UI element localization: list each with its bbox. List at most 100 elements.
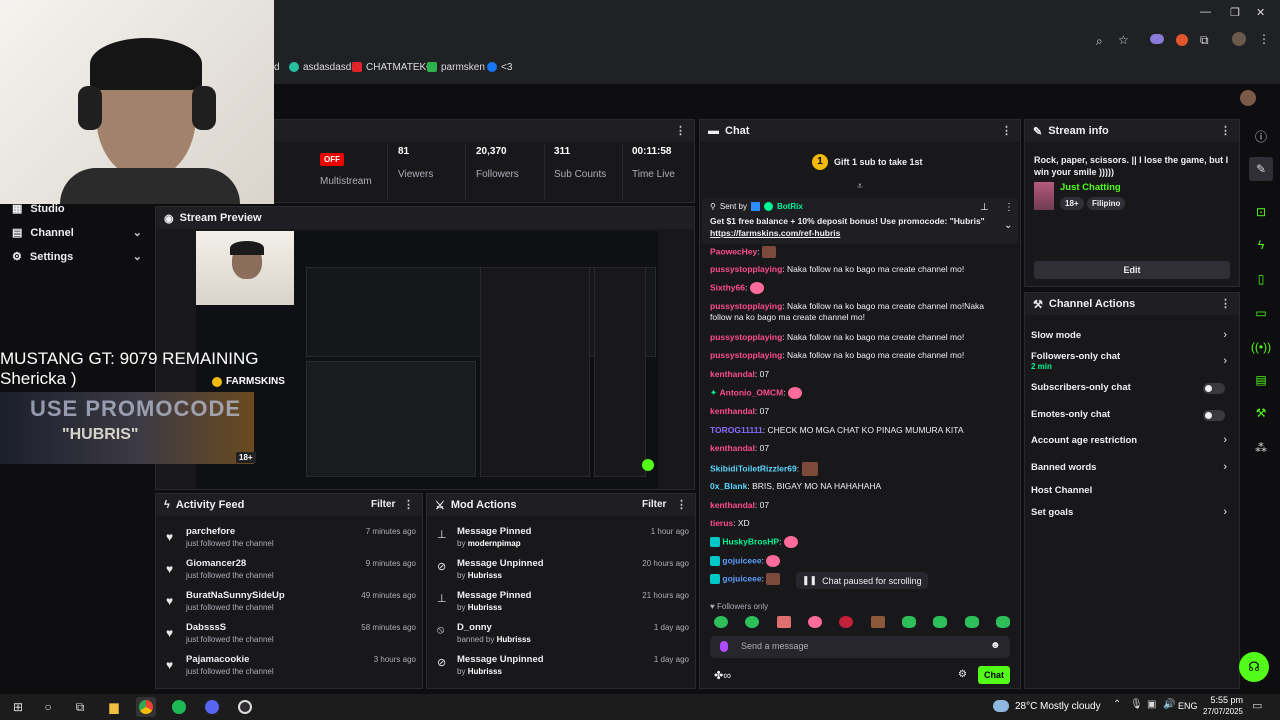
host-channel-row[interactable]: Host Channel bbox=[1031, 485, 1231, 496]
collapse-icon[interactable]: ⩡ bbox=[857, 181, 863, 192]
discord-icon[interactable] bbox=[202, 697, 222, 717]
list-item[interactable]: ⊥ Message Pinned by modernpimap 1 hour ago bbox=[437, 526, 689, 558]
list-item[interactable]: ♥ BuratNaSunnySideUp just followed the cha… bbox=[166, 590, 416, 622]
pinned-link[interactable]: https://farmskins.com/ref-hubris bbox=[710, 228, 840, 238]
chat-message[interactable]: kenthandal: 07 bbox=[710, 443, 1010, 454]
chat-message[interactable]: pussystopplaying: Naka follow na ko bago… bbox=[710, 350, 1010, 361]
layout-icon[interactable]: ▤ bbox=[1249, 368, 1273, 392]
task-view-icon[interactable]: ⧉ bbox=[70, 697, 90, 717]
chat-message[interactable]: kenthandal: 07 bbox=[710, 500, 1010, 511]
edit-button[interactable]: Edit bbox=[1034, 261, 1230, 279]
emote-icon[interactable] bbox=[714, 616, 728, 628]
chat-message[interactable]: 0x_Blank: BRIS, BIGAY MO NA HAHAHAHA bbox=[710, 481, 1010, 492]
emote-icon[interactable] bbox=[901, 616, 916, 628]
list-item[interactable]: ♥ parchefore just followed the channel 7 mi… bbox=[166, 526, 416, 558]
chat-message[interactable]: TOROG11111: CHECK MO MGA CHAT KO PINAG M… bbox=[710, 425, 1010, 436]
list-item[interactable]: ⊘ Message Unpinned by Hubrisss 1 day ago bbox=[437, 654, 689, 686]
emote-icon[interactable] bbox=[839, 616, 854, 628]
chat-bubble-icon[interactable]: ▭ bbox=[1249, 301, 1273, 325]
subscribers-only-toggle[interactable] bbox=[1203, 383, 1225, 394]
pin-toggle-icon[interactable]: ⊥ bbox=[980, 202, 989, 213]
file-explorer-icon[interactable]: ▆ bbox=[104, 697, 124, 717]
set-goals-row[interactable]: Set goals bbox=[1031, 507, 1231, 518]
more-icon[interactable]: ⋮ bbox=[1220, 297, 1231, 310]
multistream-badge[interactable]: OFF bbox=[320, 153, 344, 166]
chat-message[interactable]: PaowecHey: bbox=[710, 246, 1010, 258]
chrome-icon[interactable] bbox=[136, 697, 156, 717]
emote-icon[interactable] bbox=[933, 616, 948, 628]
emotes-only-row[interactable]: Emotes-only chat bbox=[1031, 409, 1231, 420]
extension-icon[interactable] bbox=[1150, 34, 1164, 44]
chevron-right-icon[interactable]: › bbox=[1223, 355, 1227, 367]
list-item[interactable]: ⊥ Message Pinned by Hubrisss 21 hours ago bbox=[437, 590, 689, 622]
chevron-right-icon[interactable]: › bbox=[1223, 506, 1227, 518]
chat-message[interactable]: HuskyBrosHP: bbox=[710, 536, 1010, 548]
bookmark-item[interactable]: <3 bbox=[487, 60, 512, 74]
more-icon[interactable]: ⋮ bbox=[676, 498, 687, 511]
chat-message[interactable]: SkibidiToiletRizzler69: bbox=[710, 462, 1010, 476]
gear-icon[interactable]: ⚙ bbox=[958, 669, 967, 680]
emote-icon[interactable] bbox=[745, 616, 760, 628]
send-chat-button[interactable]: Chat bbox=[978, 666, 1010, 684]
more-icon[interactable]: ⋮ bbox=[1004, 202, 1014, 213]
emote-icon[interactable] bbox=[807, 616, 822, 628]
chat-message[interactable]: pussystopplaying: Naka follow na ko bago… bbox=[710, 264, 1010, 275]
list-item[interactable]: ♥ Pajamacookie just followed the channel 3 … bbox=[166, 654, 416, 686]
clock-date[interactable]: 27/07/2025 bbox=[1197, 707, 1243, 716]
extension-fox-icon[interactable] bbox=[1176, 34, 1188, 46]
slow-mode-row[interactable]: Slow mode bbox=[1031, 330, 1231, 341]
notification-icon[interactable]: ▭ bbox=[1252, 699, 1262, 712]
chat-message[interactable]: tierus: XD bbox=[710, 518, 1010, 529]
bookmark-item[interactable]: CHATMATEKO bbox=[352, 60, 434, 74]
points-icon[interactable]: ✤∞ bbox=[714, 669, 731, 682]
age-restriction-row[interactable]: Account age restriction bbox=[1031, 435, 1231, 446]
zoom-icon[interactable]: ⌕ bbox=[1096, 34, 1103, 49]
restore-icon[interactable]: ❐ bbox=[1230, 6, 1240, 19]
chat-paused-banner[interactable]: ❚❚ Chat paused for scrolling bbox=[796, 572, 928, 589]
chat-message[interactable]: gojuiceee: bbox=[710, 555, 1010, 567]
minimize-icon[interactable]: — bbox=[1200, 6, 1211, 18]
windows-start-icon[interactable]: ⊞ bbox=[8, 697, 28, 717]
mic-icon[interactable] bbox=[720, 641, 728, 652]
emote-icon[interactable] bbox=[995, 616, 1010, 628]
mic-icon[interactable]: 🎙 bbox=[1130, 699, 1143, 710]
category-thumbnail[interactable] bbox=[1034, 182, 1054, 210]
volume-icon[interactable]: 🔊 bbox=[1163, 699, 1175, 710]
preview-video[interactable] bbox=[196, 231, 658, 489]
gift-sub-banner[interactable]: 1 Gift 1 sub to take 1st bbox=[812, 154, 923, 170]
puzzle-icon[interactable]: ⁂ bbox=[1249, 436, 1273, 460]
info-icon[interactable]: ⓘ bbox=[1249, 124, 1273, 148]
more-icon[interactable]: ⋮ bbox=[1001, 124, 1012, 137]
bookmark-item[interactable]: parmsken bbox=[427, 60, 485, 74]
chevron-right-icon[interactable]: › bbox=[1223, 434, 1227, 446]
chevron-right-icon[interactable]: › bbox=[1223, 329, 1227, 341]
sidebar-item-channel[interactable]: ▤ Channel ⌄ bbox=[12, 226, 142, 240]
chevron-right-icon[interactable]: › bbox=[1223, 461, 1227, 473]
star-icon[interactable]: ☆ bbox=[1118, 33, 1129, 47]
bookmark-item[interactable]: d bbox=[274, 60, 280, 74]
list-item[interactable]: ♥ Giomancer28 just followed the channel 9 m… bbox=[166, 558, 416, 590]
emotes-only-toggle[interactable] bbox=[1203, 410, 1225, 421]
chat-message[interactable]: ✦ Antonio_OMCM: bbox=[710, 387, 1010, 399]
profile-avatar[interactable] bbox=[1232, 32, 1246, 46]
chevron-down-icon[interactable]: ⌄ bbox=[1004, 220, 1012, 231]
activity-filter-button[interactable]: Filter bbox=[371, 499, 395, 510]
emote-icon[interactable] bbox=[870, 616, 885, 628]
search-icon[interactable]: ○ bbox=[38, 697, 58, 717]
emoji-icon[interactable]: ☻ bbox=[990, 640, 1001, 651]
list-item[interactable]: ⦸ D_onny banned by Hubrisss 1 day ago bbox=[437, 622, 689, 654]
emote-icon[interactable] bbox=[776, 616, 791, 628]
pencil-icon[interactable]: ✎ bbox=[1249, 157, 1273, 181]
emote-icon[interactable] bbox=[964, 616, 979, 628]
sidebar-item-settings[interactable]: ⚙ Settings ⌄ bbox=[12, 250, 142, 264]
clock-time[interactable]: 5:55 pm bbox=[1201, 695, 1243, 705]
subscribers-only-row[interactable]: Subscribers-only chat bbox=[1031, 382, 1231, 393]
bookmark-item[interactable]: asdasdasd bbox=[289, 60, 351, 74]
network-icon[interactable]: ▣ bbox=[1147, 699, 1156, 710]
pinned-message[interactable]: ⚲ Sent by BotRix Get $1 free balance + 1… bbox=[702, 198, 1018, 244]
spotify-icon[interactable] bbox=[169, 697, 189, 717]
mod-filter-button[interactable]: Filter bbox=[642, 499, 666, 510]
target-icon[interactable]: ⊡ bbox=[1249, 200, 1273, 224]
chat-message[interactable]: pussystopplaying: Naka follow na ko bago… bbox=[710, 332, 1010, 343]
file-icon[interactable]: ▯ bbox=[1249, 267, 1273, 291]
